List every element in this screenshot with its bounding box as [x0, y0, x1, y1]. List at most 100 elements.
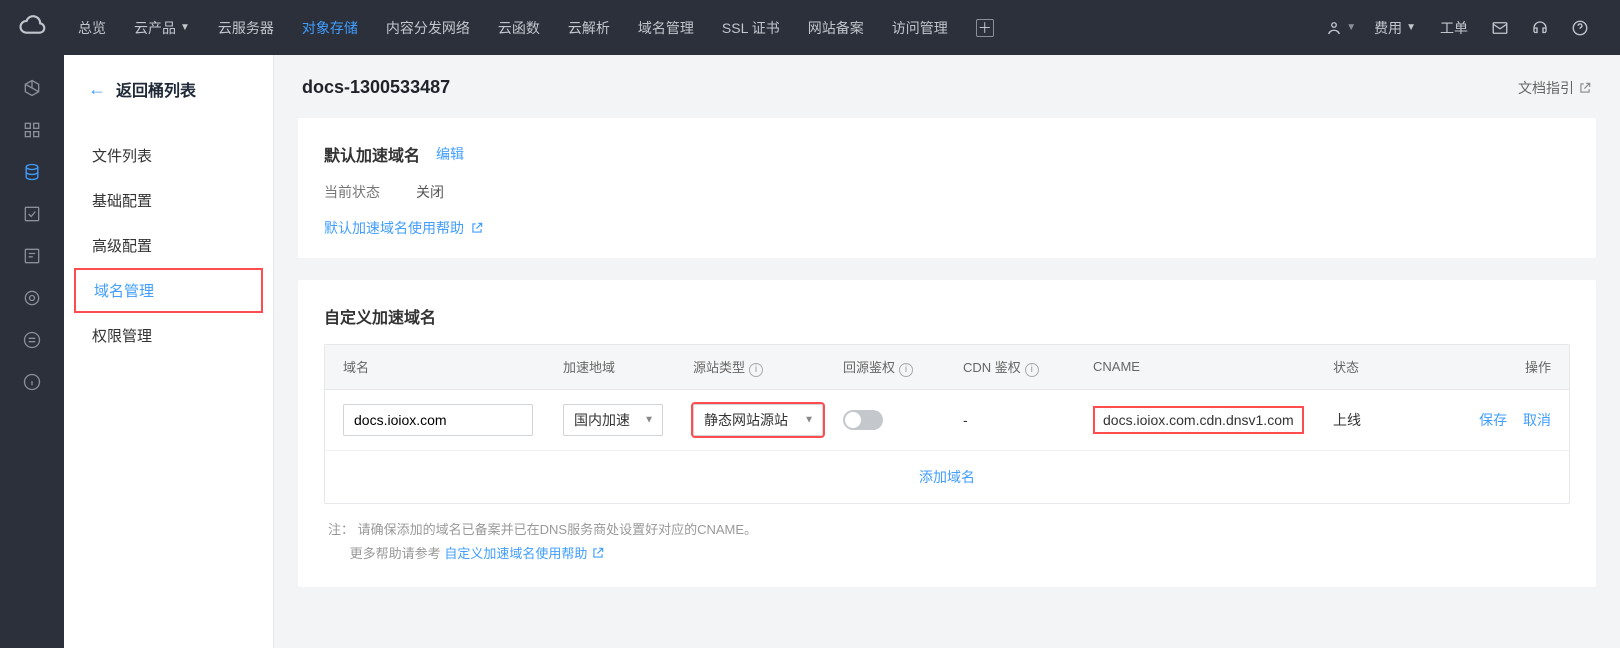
- nav-add[interactable]: ＋: [962, 0, 1008, 55]
- state-value: 关闭: [416, 182, 444, 202]
- default-domain-help-link[interactable]: 默认加速域名使用帮助: [324, 218, 1570, 238]
- cancel-button[interactable]: 取消: [1523, 412, 1551, 428]
- th-label: CDN 鉴权: [963, 360, 1021, 375]
- table-header: 域名 加速地域 源站类型i 回源鉴权i CDN 鉴权i CNAME 状态 操作: [325, 345, 1569, 390]
- edit-label: 编辑: [436, 146, 464, 162]
- doc-guide-link[interactable]: 文档指引: [1518, 78, 1592, 98]
- add-domain-link[interactable]: 添加域名: [919, 469, 975, 485]
- default-domain-card: 默认加速域名 编辑 当前状态 关闭 默认加速域名使用帮助: [298, 118, 1596, 258]
- nav-domain[interactable]: 域名管理: [624, 0, 708, 55]
- custom-domain-table: 域名 加速地域 源站类型i 回源鉴权i CDN 鉴权i CNAME 状态 操作 …: [324, 344, 1570, 504]
- rail-target-icon[interactable]: [0, 277, 64, 319]
- nav-ticket[interactable]: 工单: [1428, 0, 1480, 55]
- back-to-buckets[interactable]: ← 返回桶列表: [64, 55, 273, 123]
- nav-cos[interactable]: 对象存储: [288, 0, 372, 55]
- nav-products[interactable]: 云产品▼: [120, 0, 204, 55]
- sidebar-item-advanced[interactable]: 高级配置: [64, 223, 273, 268]
- cloud-logo[interactable]: [0, 0, 64, 55]
- select-value: 国内加速: [574, 410, 630, 430]
- origin-type-select[interactable]: 静态网站源站 ▼: [693, 404, 823, 436]
- external-link-icon: [591, 544, 605, 558]
- table-row: 国内加速 ▼ 静态网站源站 ▼ - docs.ioiox.com.cdn.dns…: [325, 390, 1569, 451]
- nav-beian[interactable]: 网站备案: [794, 0, 878, 55]
- chevron-down-icon: ▼: [644, 414, 654, 425]
- th-back-auth: 回源鉴权 i: [843, 357, 963, 377]
- back-auth-toggle[interactable]: [843, 410, 883, 430]
- rail-info-icon[interactable]: [0, 361, 64, 403]
- nav-ssl[interactable]: SSL 证书: [708, 0, 794, 55]
- save-button[interactable]: 保存: [1479, 412, 1507, 428]
- nav-scf[interactable]: 云函数: [484, 0, 554, 55]
- nav-cam[interactable]: 访问管理: [878, 0, 962, 55]
- help-icon[interactable]: [1560, 0, 1600, 55]
- rail-task-icon[interactable]: [0, 235, 64, 277]
- custom-domain-card: 自定义加速域名 域名 加速地域 源站类型i 回源鉴权 i CDN 鉴权 i CNAM…: [298, 280, 1596, 587]
- page-title: docs-1300533487: [302, 77, 450, 98]
- nav-label: SSL 证书: [722, 18, 780, 38]
- topnav-items: 总览 云产品▼ 云服务器 对象存储 内容分发网络 云函数 云解析 域名管理 SS…: [64, 0, 1008, 55]
- sidebar-item-files[interactable]: 文件列表: [64, 133, 273, 178]
- top-nav: 总览 云产品▼ 云服务器 对象存储 内容分发网络 云函数 云解析 域名管理 SS…: [0, 0, 1620, 55]
- sidebar-item-permission[interactable]: 权限管理: [64, 313, 273, 358]
- external-link-icon: [1578, 81, 1592, 95]
- rail-grid-icon[interactable]: [0, 109, 64, 151]
- left-rail: [0, 55, 64, 648]
- th-label: 回源鉴权: [843, 360, 895, 375]
- nav-label: 域名管理: [638, 18, 694, 38]
- custom-domain-title: 自定义加速域名: [324, 304, 436, 328]
- default-domain-title: 默认加速域名: [324, 142, 420, 166]
- custom-domain-help-link[interactable]: 自定义加速域名使用帮助: [444, 546, 605, 561]
- main-content: docs-1300533487 文档指引 默认加速域名 编辑 当前状态 关闭 默…: [274, 55, 1620, 648]
- sidebar-menu: 文件列表 基础配置 高级配置 域名管理 权限管理: [64, 123, 273, 368]
- sidebar-item-label: 基础配置: [92, 193, 152, 210]
- nav-label: 对象存储: [302, 18, 358, 38]
- plus-icon: ＋: [976, 19, 994, 37]
- cname-value: docs.ioiox.com.cdn.dnsv1.com: [1093, 406, 1304, 434]
- select-value: 静态网站源站: [704, 410, 788, 430]
- nav-label: 云服务器: [218, 18, 274, 38]
- sidebar-item-basic[interactable]: 基础配置: [64, 178, 273, 223]
- region-select[interactable]: 国内加速 ▼: [563, 404, 663, 436]
- arrow-left-icon: ←: [88, 79, 106, 100]
- nav-label: 费用: [1374, 18, 1402, 38]
- info-icon[interactable]: i: [749, 363, 763, 377]
- info-icon[interactable]: i: [1025, 363, 1039, 377]
- topnav-right: ▼ 费用 ▼ 工单: [1314, 0, 1600, 55]
- footnote: 注： 请确保添加的域名已备案并已在DNS服务商处设置好对应的CNAME。 更多帮…: [324, 504, 1570, 567]
- chevron-down-icon: ▼: [1406, 22, 1416, 33]
- cdn-auth-value: -: [963, 412, 1093, 428]
- th-cname: CNAME: [1093, 359, 1333, 374]
- support-icon[interactable]: [1520, 0, 1560, 55]
- add-domain-row: 添加域名: [325, 451, 1569, 503]
- th-origin: 源站类型i: [693, 357, 843, 377]
- nav-label: 云解析: [568, 18, 610, 38]
- nav-overview[interactable]: 总览: [64, 0, 120, 55]
- rail-database-icon[interactable]: [0, 151, 64, 193]
- external-link-icon: [470, 221, 484, 235]
- th-domain: 域名: [343, 357, 563, 376]
- chevron-down-icon: ▼: [804, 414, 814, 425]
- info-icon[interactable]: i: [899, 363, 913, 377]
- rail-check-icon[interactable]: [0, 193, 64, 235]
- nav-dnspod[interactable]: 云解析: [554, 0, 624, 55]
- th-region: 加速地域: [563, 357, 693, 376]
- sidebar-item-label: 域名管理: [94, 283, 154, 300]
- nav-cvm[interactable]: 云服务器: [204, 0, 288, 55]
- nav-cdn[interactable]: 内容分发网络: [372, 0, 484, 55]
- edit-link[interactable]: 编辑: [436, 144, 464, 164]
- rail-cube-icon[interactable]: [0, 67, 64, 109]
- sidebar: ← 返回桶列表 文件列表 基础配置 高级配置 域名管理 权限管理: [64, 55, 274, 648]
- page-header: docs-1300533487 文档指引: [274, 55, 1620, 118]
- domain-input[interactable]: [343, 404, 533, 436]
- doc-guide-label: 文档指引: [1518, 78, 1574, 98]
- nav-label: 总览: [78, 18, 106, 38]
- rail-equals-icon[interactable]: [0, 319, 64, 361]
- mail-icon[interactable]: [1480, 0, 1520, 55]
- nav-fee[interactable]: 费用 ▼: [1362, 0, 1428, 55]
- back-label: 返回桶列表: [116, 77, 196, 101]
- footnote-line1: 请确保添加的域名已备案并已在DNS服务商处设置好对应的CNAME。: [358, 522, 757, 537]
- sidebar-item-label: 文件列表: [92, 148, 152, 165]
- sidebar-item-label: 权限管理: [92, 328, 152, 345]
- state-row: 当前状态 关闭: [324, 182, 1570, 202]
- sidebar-item-domain[interactable]: 域名管理: [74, 268, 263, 313]
